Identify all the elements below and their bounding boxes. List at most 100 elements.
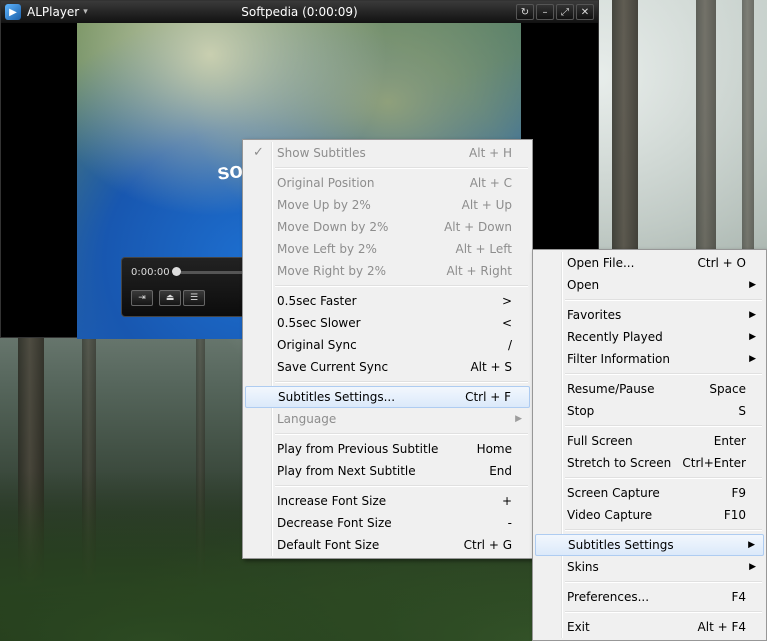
menu-item-label: Decrease Font Size — [277, 516, 392, 530]
shortcut-key: + — [501, 494, 512, 508]
menu-item-play-from-next-subtitle[interactable]: Play from Next Subtitle End — [245, 460, 530, 482]
menu-item-skins[interactable]: Skins ▶ — [535, 556, 764, 578]
menu-item-label: Resume/Pause — [567, 382, 655, 396]
subtitles-context-menu: ✓ Show Subtitles Alt + H Original Position A… — [242, 139, 533, 559]
app-name[interactable]: ALPlayer — [27, 5, 79, 19]
menu-item-label: Move Down by 2% — [277, 220, 389, 234]
menu-item-label: Favorites — [567, 308, 622, 322]
checkmark-icon: ✓ — [253, 145, 264, 160]
shortcut-key: Alt + H — [469, 146, 512, 160]
fullscreen-icon[interactable]: ⤢ — [556, 4, 574, 20]
shortcut-key: Ctrl + F — [465, 390, 511, 404]
menu-item-label: Original Position — [277, 176, 375, 190]
close-icon[interactable]: ✕ — [576, 4, 594, 20]
menu-item-move-up-by-2: Move Up by 2% Alt + Up — [245, 194, 530, 216]
submenu-arrow-icon: ▶ — [749, 310, 756, 320]
menu-separator — [535, 296, 764, 304]
shortcut-key: F9 — [731, 486, 746, 500]
minimize-icon[interactable]: – — [536, 4, 554, 20]
playlist-icon[interactable]: ☰ — [183, 290, 205, 306]
menu-item-move-left-by-2: Move Left by 2% Alt + Left — [245, 238, 530, 260]
shortcut-key: F4 — [731, 590, 746, 604]
menu-item-original-sync[interactable]: Original Sync / — [245, 334, 530, 356]
menu-item-decrease-font-size[interactable]: Decrease Font Size - — [245, 512, 530, 534]
menu-item-0-5sec-faster[interactable]: 0.5sec Faster > — [245, 290, 530, 312]
menu-separator — [535, 474, 764, 482]
menu-item-screen-capture[interactable]: Screen Capture F9 — [535, 482, 764, 504]
menu-item-open[interactable]: Open ▶ — [535, 274, 764, 296]
menu-item-save-current-sync[interactable]: Save Current Sync Alt + S — [245, 356, 530, 378]
menu-item-subtitles-settings[interactable]: Subtitles Settings... Ctrl + F — [245, 386, 530, 408]
menu-item-0-5sec-slower[interactable]: 0.5sec Slower < — [245, 312, 530, 334]
menu-item-move-down-by-2: Move Down by 2% Alt + Down — [245, 216, 530, 238]
main-context-menu: Open File... Ctrl + O Open ▶ Favorites ▶ Recen… — [532, 249, 767, 641]
title-bar[interactable]: ▶ ALPlayer ▾ Softpedia (0:00:09) ↻ – ⤢ ✕ — [1, 1, 598, 23]
menu-item-full-screen[interactable]: Full Screen Enter — [535, 430, 764, 452]
menu-item-play-from-previous-subtitle[interactable]: Play from Previous Subtitle Home — [245, 438, 530, 460]
menu-item-label: Play from Next Subtitle — [277, 464, 416, 478]
shortcut-key: Home — [476, 442, 512, 456]
menu-item-label: 0.5sec Faster — [277, 294, 357, 308]
menu-item-video-capture[interactable]: Video Capture F10 — [535, 504, 764, 526]
shortcut-key: Alt + C — [469, 176, 512, 190]
play-logo-icon[interactable]: ▶ — [5, 4, 21, 20]
shortcut-key: Space — [709, 382, 746, 396]
time-display: 0:00:00 — [131, 267, 170, 278]
shortcut-key: Alt + S — [470, 360, 512, 374]
menu-item-label: Play from Previous Subtitle — [277, 442, 439, 456]
menu-item-label: Move Left by 2% — [277, 242, 377, 256]
menu-item-label: 0.5sec Slower — [277, 316, 361, 330]
menu-item-default-font-size[interactable]: Default Font Size Ctrl + G — [245, 534, 530, 556]
menu-item-label: Save Current Sync — [277, 360, 389, 374]
menu-item-show-subtitles: ✓ Show Subtitles Alt + H — [245, 142, 530, 164]
menu-item-label: Video Capture — [567, 508, 653, 522]
menu-item-label: Screen Capture — [567, 486, 660, 500]
menu-item-subtitles-settings[interactable]: Subtitles Settings ▶ — [535, 534, 764, 556]
menu-item-label: Recently Played — [567, 330, 663, 344]
shortcut-key: S — [738, 404, 746, 418]
shortcut-key: Ctrl + G — [463, 538, 512, 552]
refresh-icon[interactable]: ↻ — [516, 4, 534, 20]
menu-item-label: Subtitles Settings... — [278, 390, 396, 404]
menu-item-label: Increase Font Size — [277, 494, 387, 508]
app-menu-arrow-icon[interactable]: ▾ — [83, 7, 88, 17]
menu-item-exit[interactable]: Exit Alt + F4 — [535, 616, 764, 638]
menu-item-label: Filter Information — [567, 352, 670, 366]
shortcut-key: / — [507, 338, 512, 352]
submenu-arrow-icon: ▶ — [749, 562, 756, 572]
menu-item-language: Language ▶ — [245, 408, 530, 430]
shortcut-key: > — [501, 294, 512, 308]
eject-icon[interactable]: ⏏ — [159, 290, 181, 306]
submenu-arrow-icon: ▶ — [749, 280, 756, 290]
menu-item-filter-information[interactable]: Filter Information ▶ — [535, 348, 764, 370]
menu-item-label: Default Font Size — [277, 538, 380, 552]
menu-item-preferences[interactable]: Preferences... F4 — [535, 586, 764, 608]
menu-separator — [245, 164, 530, 172]
submenu-arrow-icon: ▶ — [749, 332, 756, 342]
menu-item-label: Stop — [567, 404, 595, 418]
menu-item-label: Preferences... — [567, 590, 650, 604]
menu-item-label: Move Right by 2% — [277, 264, 386, 278]
shortcut-key: F10 — [723, 508, 746, 522]
menu-item-resume-pause[interactable]: Resume/Pause Space — [535, 378, 764, 400]
menu-item-label: Show Subtitles — [277, 146, 366, 160]
shortcut-key: End — [489, 464, 512, 478]
menu-item-move-right-by-2: Move Right by 2% Alt + Right — [245, 260, 530, 282]
seek-handle[interactable] — [172, 267, 181, 276]
menu-separator — [245, 482, 530, 490]
shortcut-key: Enter — [713, 434, 746, 448]
window-title: Softpedia (0:00:09) — [241, 5, 358, 19]
menu-item-increase-font-size[interactable]: Increase Font Size + — [245, 490, 530, 512]
submenu-arrow-icon: ▶ — [749, 354, 756, 364]
shortcut-key: Ctrl+Enter — [682, 456, 746, 470]
menu-item-stretch-to-screen[interactable]: Stretch to Screen Ctrl+Enter — [535, 452, 764, 474]
menu-separator — [535, 370, 764, 378]
menu-item-stop[interactable]: Stop S — [535, 400, 764, 422]
shortcut-key: Alt + Right — [446, 264, 512, 278]
menu-item-favorites[interactable]: Favorites ▶ — [535, 304, 764, 326]
menu-item-open-file[interactable]: Open File... Ctrl + O — [535, 252, 764, 274]
menu-item-label: Skins — [567, 560, 599, 574]
menu-item-recently-played[interactable]: Recently Played ▶ — [535, 326, 764, 348]
submenu-arrow-icon: ▶ — [748, 540, 755, 550]
next-frame-icon[interactable]: ⇥ — [131, 290, 153, 306]
